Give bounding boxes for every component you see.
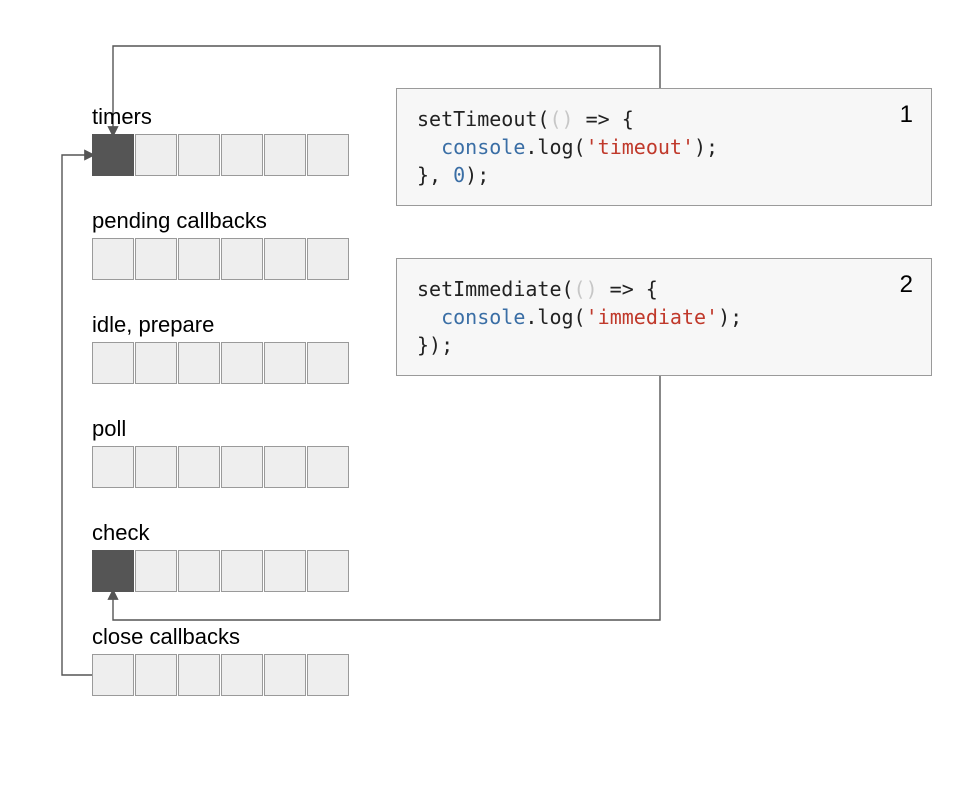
queue-cell: [264, 446, 306, 488]
queue-cell: [135, 446, 177, 488]
code-snippet: setImmediate(() => { console.log('immedi…: [417, 275, 911, 359]
code-snippet: setTimeout(() => { console.log('timeout'…: [417, 105, 911, 189]
queue-cell: [135, 134, 177, 176]
queue-cell: [307, 446, 349, 488]
phase-queue-check: [92, 550, 349, 592]
event-loop-diagram: timers pending callbacks idle, prepare poll…: [0, 0, 978, 800]
queue-cell: [135, 342, 177, 384]
queue-cell: [92, 654, 134, 696]
phase-label-check: check: [92, 522, 149, 544]
phase-queue-pending-callbacks: [92, 238, 349, 280]
phase-queue-poll: [92, 446, 349, 488]
queue-cell: [264, 238, 306, 280]
phase-label-idle-prepare: idle, prepare: [92, 314, 214, 336]
queue-cell: [178, 654, 220, 696]
code-block-order: 2: [900, 271, 913, 299]
phase-queue-idle-prepare: [92, 342, 349, 384]
queue-cell: [307, 654, 349, 696]
queue-cell: [307, 342, 349, 384]
queue-cell: [307, 134, 349, 176]
phase-label-pending-callbacks: pending callbacks: [92, 210, 267, 232]
queue-cell: [178, 446, 220, 488]
phase-label-poll: poll: [92, 418, 126, 440]
queue-cell: [264, 550, 306, 592]
code-block-settimeout: 1setTimeout(() => { console.log('timeout…: [396, 88, 932, 206]
queue-cell: [135, 238, 177, 280]
queue-cell: [221, 238, 263, 280]
queue-cell: [92, 134, 134, 176]
phase-queue-timers: [92, 134, 349, 176]
queue-cell: [178, 134, 220, 176]
queue-cell: [221, 550, 263, 592]
queue-cell: [221, 654, 263, 696]
queue-cell: [264, 342, 306, 384]
queue-cell: [221, 134, 263, 176]
queue-cell: [92, 342, 134, 384]
phase-label-close-callbacks: close callbacks: [92, 626, 240, 648]
phase-label-timers: timers: [92, 106, 152, 128]
queue-cell: [178, 550, 220, 592]
queue-cell: [221, 342, 263, 384]
code-block-setimmediate: 2setImmediate(() => { console.log('immed…: [396, 258, 932, 376]
queue-cell: [178, 342, 220, 384]
queue-cell: [92, 550, 134, 592]
queue-cell: [135, 654, 177, 696]
queue-cell: [92, 446, 134, 488]
queue-cell: [178, 238, 220, 280]
queue-cell: [264, 654, 306, 696]
code-block-order: 1: [900, 101, 913, 129]
queue-cell: [135, 550, 177, 592]
queue-cell: [221, 446, 263, 488]
queue-cell: [92, 238, 134, 280]
queue-cell: [307, 238, 349, 280]
phase-queue-close-callbacks: [92, 654, 349, 696]
queue-cell: [264, 134, 306, 176]
queue-cell: [307, 550, 349, 592]
